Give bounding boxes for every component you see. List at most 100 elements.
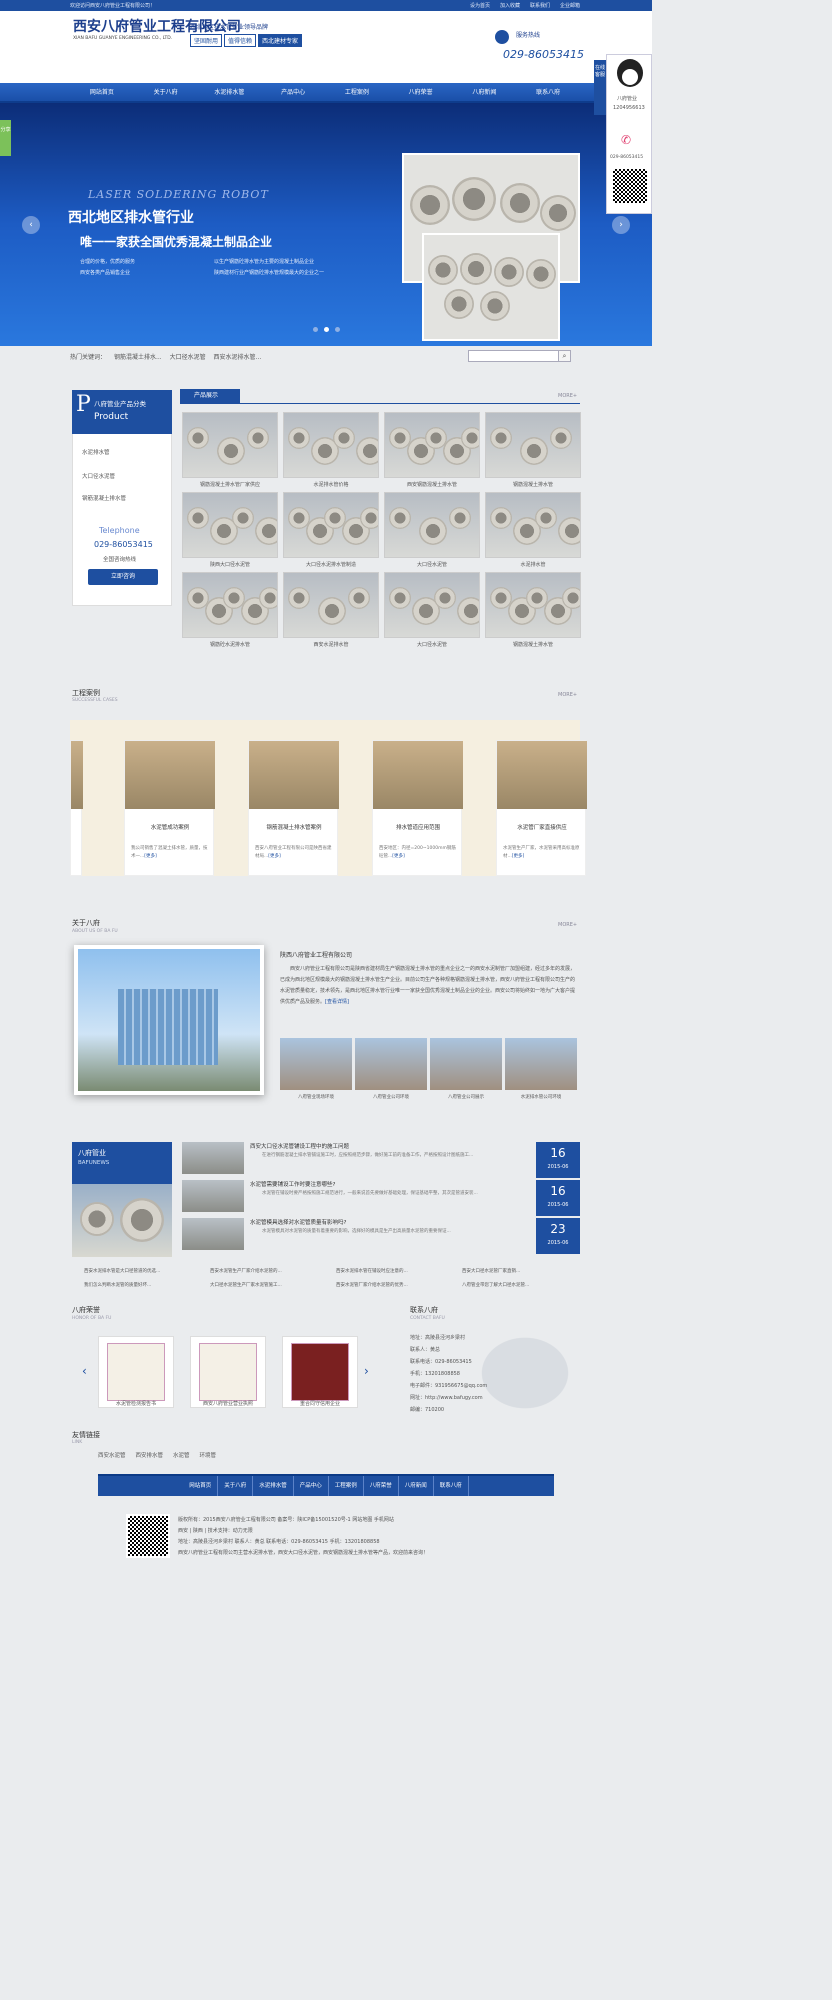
case-title[interactable]: 排水管道应用范围	[373, 823, 463, 831]
product-thumbnail[interactable]	[182, 412, 278, 478]
honor-certificate[interactable]	[282, 1336, 358, 1408]
product-caption[interactable]: 钢筋混凝土排水管厂家供应	[182, 481, 278, 488]
news-link[interactable]: 西安大口径水泥管厂家直销...	[462, 1268, 520, 1274]
case-more-link[interactable]: [更多]	[392, 854, 405, 859]
banner-dot[interactable]	[324, 327, 329, 332]
share-tab[interactable]: 分享	[0, 120, 11, 156]
footer-nav-item[interactable]: 八府荣誉	[364, 1476, 399, 1496]
footer-nav-item[interactable]: 产品中心	[294, 1476, 329, 1496]
about-gallery-photo[interactable]	[430, 1038, 502, 1090]
product-thumbnail[interactable]	[182, 492, 278, 558]
nav-item-pipe[interactable]: 水泥排水管	[198, 83, 262, 103]
product-caption[interactable]: 钢筋混凝土排水管	[485, 481, 581, 488]
case-more-link[interactable]: [更多]	[512, 854, 525, 859]
news-item-title[interactable]: 西安大口径水泥管铺设工程中的施工问题	[250, 1142, 349, 1150]
footer-nav-item[interactable]: 工程案例	[329, 1476, 364, 1496]
set-homepage-link[interactable]: 设为首页	[468, 2, 492, 9]
product-thumbnail[interactable]	[283, 572, 379, 638]
case-title[interactable]: 钢筋混凝土排水管案例	[249, 823, 339, 831]
news-link[interactable]: 大口径水泥管生产厂家水泥管施工...	[210, 1282, 282, 1288]
product-caption[interactable]: 钢筋混凝土排水管	[485, 641, 581, 648]
product-caption[interactable]: 水泥排水管价格	[283, 481, 379, 488]
news-link[interactable]: 八府管业带您了解大口径水泥管...	[462, 1282, 529, 1288]
online-service-tab[interactable]: 在线客服	[594, 60, 606, 115]
about-more-link[interactable]: MORE+	[558, 922, 577, 928]
product-thumbnail[interactable]	[485, 492, 581, 558]
consult-button[interactable]: 立即咨询	[88, 569, 158, 585]
banner-dot[interactable]	[335, 327, 340, 332]
products-tab[interactable]: 产品展示	[180, 389, 240, 403]
footer-nav-item[interactable]: 联系八府	[434, 1476, 469, 1496]
product-caption[interactable]: 大口径水泥管	[384, 641, 480, 648]
case-title[interactable]: 水泥管厂家直接供应	[497, 823, 587, 831]
qq-label[interactable]: 八府管业	[617, 95, 637, 102]
product-caption[interactable]: 大口径水泥管	[384, 561, 480, 568]
honor-certificate[interactable]	[98, 1336, 174, 1408]
friend-link[interactable]: 西安水泥管	[98, 1451, 126, 1459]
friend-link[interactable]: 西安排水管	[136, 1451, 164, 1459]
about-gallery-photo[interactable]	[280, 1038, 352, 1090]
nav-item-honor[interactable]: 八府荣誉	[389, 83, 453, 103]
footer-nav-item[interactable]: 水泥排水管	[253, 1476, 294, 1496]
products-more-link[interactable]: MORE+	[558, 393, 577, 399]
contact-link[interactable]: 联系我们	[528, 2, 552, 9]
case-card[interactable]: 水泥管成功案例 我公司销售了混凝土排水管，质量，技术一...[更多]	[124, 740, 215, 876]
product-thumbnail[interactable]	[384, 492, 480, 558]
hot-keyword[interactable]: 西安水泥排水管...	[214, 354, 262, 361]
category-item[interactable]: 水泥排水管	[82, 448, 110, 456]
hot-keyword[interactable]: 大口径水泥管	[170, 354, 206, 361]
product-caption[interactable]: 西安水泥排水管	[283, 641, 379, 648]
product-caption[interactable]: 大口径水泥排水管制造	[283, 561, 379, 568]
category-item[interactable]: 钢筋混凝土排水管	[82, 494, 126, 502]
product-thumbnail[interactable]	[283, 412, 379, 478]
banner-prev-arrow[interactable]: ‹	[22, 216, 40, 234]
about-gallery-photo[interactable]	[505, 1038, 577, 1090]
news-item-title[interactable]: 水泥管需要铺设工作时要注意哪些?	[250, 1180, 335, 1188]
news-thumbnail[interactable]	[182, 1180, 244, 1212]
news-thumbnail[interactable]	[182, 1142, 244, 1174]
hot-keyword[interactable]: 钢筋混凝土排水...	[114, 354, 162, 361]
honor-next-arrow[interactable]: ›	[364, 1364, 369, 1378]
cases-more-link[interactable]: MORE+	[558, 692, 577, 698]
about-gallery-photo[interactable]	[355, 1038, 427, 1090]
case-card[interactable]: 钢筋混凝土排水管案例 西安八府管业工程有限公司是陕西省建材局...[更多]	[248, 740, 339, 876]
banner-dot[interactable]	[313, 327, 318, 332]
search-icon[interactable]: ⌕	[558, 350, 571, 362]
footer-nav-item[interactable]: 网站首页	[183, 1476, 219, 1496]
product-caption[interactable]: 陕西大口径水泥管	[182, 561, 278, 568]
news-link[interactable]: 西安水泥管厂家介绍水泥管的优势...	[336, 1282, 408, 1288]
category-item[interactable]: 大口径水泥管	[82, 472, 115, 480]
nav-item-products[interactable]: 产品中心	[261, 83, 325, 103]
footer-nav-item[interactable]: 关于八府	[218, 1476, 254, 1496]
product-thumbnail[interactable]	[182, 572, 278, 638]
product-thumbnail[interactable]	[384, 412, 480, 478]
case-title[interactable]: 水泥管成功案例	[125, 823, 215, 831]
product-caption[interactable]: 西安钢筋混凝土排水管	[384, 481, 480, 488]
nav-item-news[interactable]: 八府新闻	[453, 83, 517, 103]
case-more-link[interactable]: [更多]	[144, 854, 157, 859]
footer-nav-item[interactable]: 八府新闻	[399, 1476, 434, 1496]
add-favorite-link[interactable]: 加入收藏	[498, 2, 522, 9]
nav-item-cases[interactable]: 工程案例	[325, 83, 389, 103]
case-card[interactable]: 排水管道应用范围 西安地区：内径=200~1000mm钢筋砼管...[更多]	[372, 740, 463, 876]
product-thumbnail[interactable]	[485, 572, 581, 638]
honor-prev-arrow[interactable]: ‹	[82, 1364, 87, 1378]
banner-next-arrow[interactable]: ›	[612, 216, 630, 234]
news-link[interactable]: 西安水泥排水管是大口径管道的优选...	[84, 1268, 160, 1274]
news-link[interactable]: 西安水泥管生产厂家介绍水泥管的...	[210, 1268, 282, 1274]
nav-item-contact[interactable]: 联系八府	[516, 83, 580, 103]
product-caption[interactable]: 水泥排水管	[485, 561, 581, 568]
product-thumbnail[interactable]	[384, 572, 480, 638]
friend-link[interactable]: 环境管	[200, 1451, 217, 1459]
case-more-link[interactable]: [更多]	[268, 854, 281, 859]
nav-item-home[interactable]: 网站首页	[70, 83, 134, 103]
news-item-title[interactable]: 水泥管模具选择对水泥管质量有影响吗?	[250, 1218, 346, 1226]
friend-link[interactable]: 水泥管	[173, 1451, 190, 1459]
nav-item-about[interactable]: 关于八府	[134, 83, 198, 103]
news-link[interactable]: 西安水泥排水管在铺设时应注意的...	[336, 1268, 408, 1274]
honor-certificate[interactable]	[190, 1336, 266, 1408]
about-detail-link[interactable]: [查看详情]	[325, 999, 349, 1005]
email-link[interactable]: 企业邮箱	[558, 2, 582, 9]
news-link[interactable]: 我们怎么判断水泥管的质量好坏...	[84, 1282, 151, 1288]
product-caption[interactable]: 钢筋砼水泥排水管	[182, 641, 278, 648]
